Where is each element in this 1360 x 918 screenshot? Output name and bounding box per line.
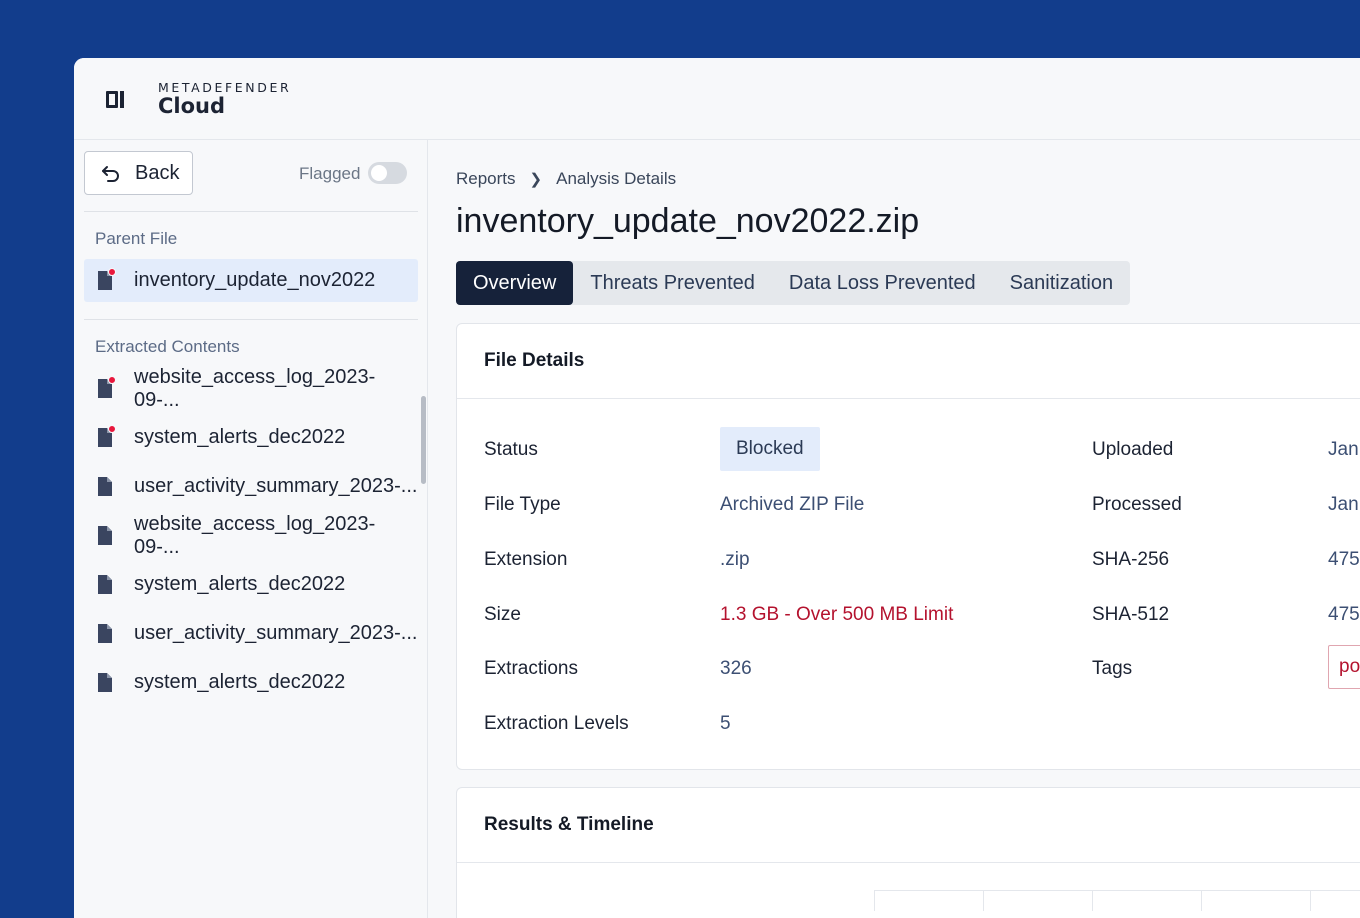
processed-value: Jan [1328,494,1359,515]
extractions-value: 326 [720,658,752,679]
extracted-file-item[interactable]: system_alerts_dec2022 [84,563,418,606]
extracted-file-name: system_alerts_dec2022 [134,426,346,448]
brand-product: Cloud [158,94,226,118]
extracted-file-name: system_alerts_dec2022 [134,671,346,693]
file-type-value: Archived ZIP File [720,494,865,515]
file-type-label: File Type [484,494,561,515]
tab-overview[interactable]: Overview [456,261,574,305]
app-window: METADEFENDER Cloud Back Flagged Parent F… [74,58,1360,918]
file-icon [98,624,112,643]
file-icon [98,376,116,398]
results-timeline-card: Results & Timeline [456,787,1360,918]
processed-label: Processed [1092,494,1182,515]
extracted-file-item[interactable]: user_activity_summary_2023-... [84,612,418,655]
file-details-heading: File Details [457,324,1360,399]
sha512-label: SHA-512 [1092,604,1170,625]
extracted-file-name: user_activity_summary_2023-... [134,622,418,644]
tags-label: Tags [1092,658,1133,679]
uploaded-label: Uploaded [1092,439,1174,460]
undo-arrow-icon [102,166,119,182]
extracted-file-item[interactable]: user_activity_summary_2023-... [84,465,418,508]
flag-dot [108,376,116,384]
size-value: 1.3 GB - Over 500 MB Limit [720,604,954,625]
divider [84,211,418,212]
extracted-file-item[interactable]: website_access_log_2023-09-... [84,365,418,411]
sha512-value: 475 [1328,604,1360,625]
file-icon [98,575,112,594]
file-details-card: File Details Status Blocked File Type Ar… [456,323,1360,770]
parent-file-label: Parent File [95,229,178,248]
brand-name: METADEFENDER [158,80,292,95]
extracted-contents-label: Extracted Contents [95,337,240,356]
parent-file-name: inventory_update_nov2022 [134,269,376,291]
flag-dot [108,268,116,276]
sha256-label: SHA-256 [1092,549,1170,570]
tab-data-loss-prevented[interactable]: Data Loss Prevented [772,261,993,305]
top-bar: METADEFENDER Cloud [74,58,1360,140]
tag-chip[interactable]: po [1328,645,1360,689]
sha256-value: 475 [1328,549,1360,570]
timeline-grid [874,890,1360,911]
extracted-file-name: user_activity_summary_2023-... [134,475,418,497]
tab-sanitization[interactable]: Sanitization [993,261,1130,305]
extracted-file-name: website_access_log_2023-09-... [134,512,376,558]
extracted-file-name: website_access_log_2023-09-... [134,365,376,411]
file-icon [98,673,112,692]
page-title: inventory_update_nov2022.zip [456,202,920,240]
file-icon [98,477,112,496]
size-label: Size [484,604,521,625]
results-timeline-heading: Results & Timeline [457,788,1360,863]
parent-file-item[interactable]: inventory_update_nov2022 [84,259,418,302]
file-icon [98,526,112,545]
extension-value: .zip [720,549,750,570]
back-button[interactable]: Back [84,151,193,195]
extracted-file-name: system_alerts_dec2022 [134,573,346,595]
main-content: Reports ❯ Analysis Details inventory_upd… [429,140,1360,918]
chevron-right-icon: ❯ [529,171,543,188]
breadcrumb-reports-link[interactable]: Reports [456,169,516,189]
status-label: Status [484,439,538,460]
uploaded-value: Jan [1328,439,1359,460]
extracted-file-item[interactable]: system_alerts_dec2022 [84,416,418,459]
file-icon [98,268,116,290]
toggle-knob [371,165,387,181]
divider [84,319,418,320]
extractions-label: Extractions [484,658,578,679]
back-label: Back [135,161,180,184]
tab-threats-prevented[interactable]: Threats Prevented [573,261,772,305]
extraction-levels-value: 5 [720,713,731,734]
flagged-label: Flagged [299,164,361,183]
breadcrumb-current: Analysis Details [556,169,677,188]
sidebar-scrollbar[interactable] [421,396,426,484]
file-icon [98,425,116,447]
tab-bar: Overview Threats Prevented Data Loss Pre… [456,261,1131,305]
status-badge: Blocked [720,427,820,471]
sidebar-toggle-icon[interactable] [106,91,124,108]
breadcrumb: Reports ❯ Analysis Details [456,169,676,189]
extension-label: Extension [484,549,568,570]
flagged-toggle[interactable] [368,162,407,184]
flag-dot [108,425,116,433]
extracted-file-item[interactable]: system_alerts_dec2022 [84,661,418,704]
sidebar: Back Flagged Parent File inventory_updat… [74,140,428,918]
extraction-levels-label: Extraction Levels [484,713,629,734]
extracted-file-item[interactable]: website_access_log_2023-09-... [84,512,418,558]
